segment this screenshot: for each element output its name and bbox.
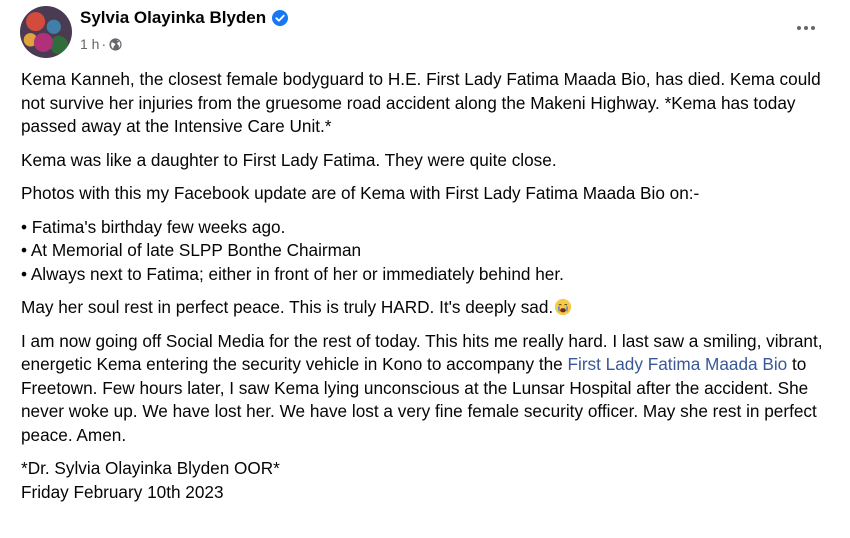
more-options-button[interactable] [792,14,820,42]
more-options-icon-dot [811,26,815,30]
post-header: Sylvia Olayinka Blyden 1 h · [20,6,830,58]
more-options-icon-dot [804,26,808,30]
meta-separator: · [101,36,107,52]
bullet-item: • Fatima's birthday few weeks ago. [21,216,286,237]
post-time[interactable]: 1 h [80,36,99,52]
post-date: Friday February 10th 2023 [21,481,224,502]
post-meta: 1 h · [80,36,122,52]
author-name[interactable]: Sylvia Olayinka Blyden [80,8,266,28]
paragraph-1: Kema Kanneh, the closest female bodyguar… [21,69,821,136]
verified-badge-icon [272,10,289,26]
paragraph-4-text: May her soul rest in perfect peace. This… [21,297,554,317]
first-lady-link[interactable]: First Lady Fatima Maada Bio [568,354,788,374]
crying-face-emoji [555,298,572,316]
paragraph-4: May her soul rest in perfect peace. This… [21,296,833,320]
paragraph-3: Photos with this my Facebook update are … [21,183,700,203]
author-row: Sylvia Olayinka Blyden [80,8,289,28]
globe-icon[interactable] [109,37,122,51]
signature: *Dr. Sylvia Olayinka Blyden OOR* [21,458,280,478]
more-options-icon [797,26,801,30]
avatar[interactable] [20,6,72,58]
bullet-item: • At Memorial of late SLPP Bonthe Chairm… [21,240,362,260]
paragraph-2: Kema was like a daughter to First Lady F… [21,149,557,170]
bullet-item: • Always next to Fatima; either in front… [21,263,564,284]
paragraph-5: I am now going off Social Media for the … [21,330,833,448]
post-body: Kema Kanneh, the closest female bodyguar… [21,68,833,504]
facebook-post: Sylvia Olayinka Blyden 1 h · Kema Kanneh… [0,0,850,538]
